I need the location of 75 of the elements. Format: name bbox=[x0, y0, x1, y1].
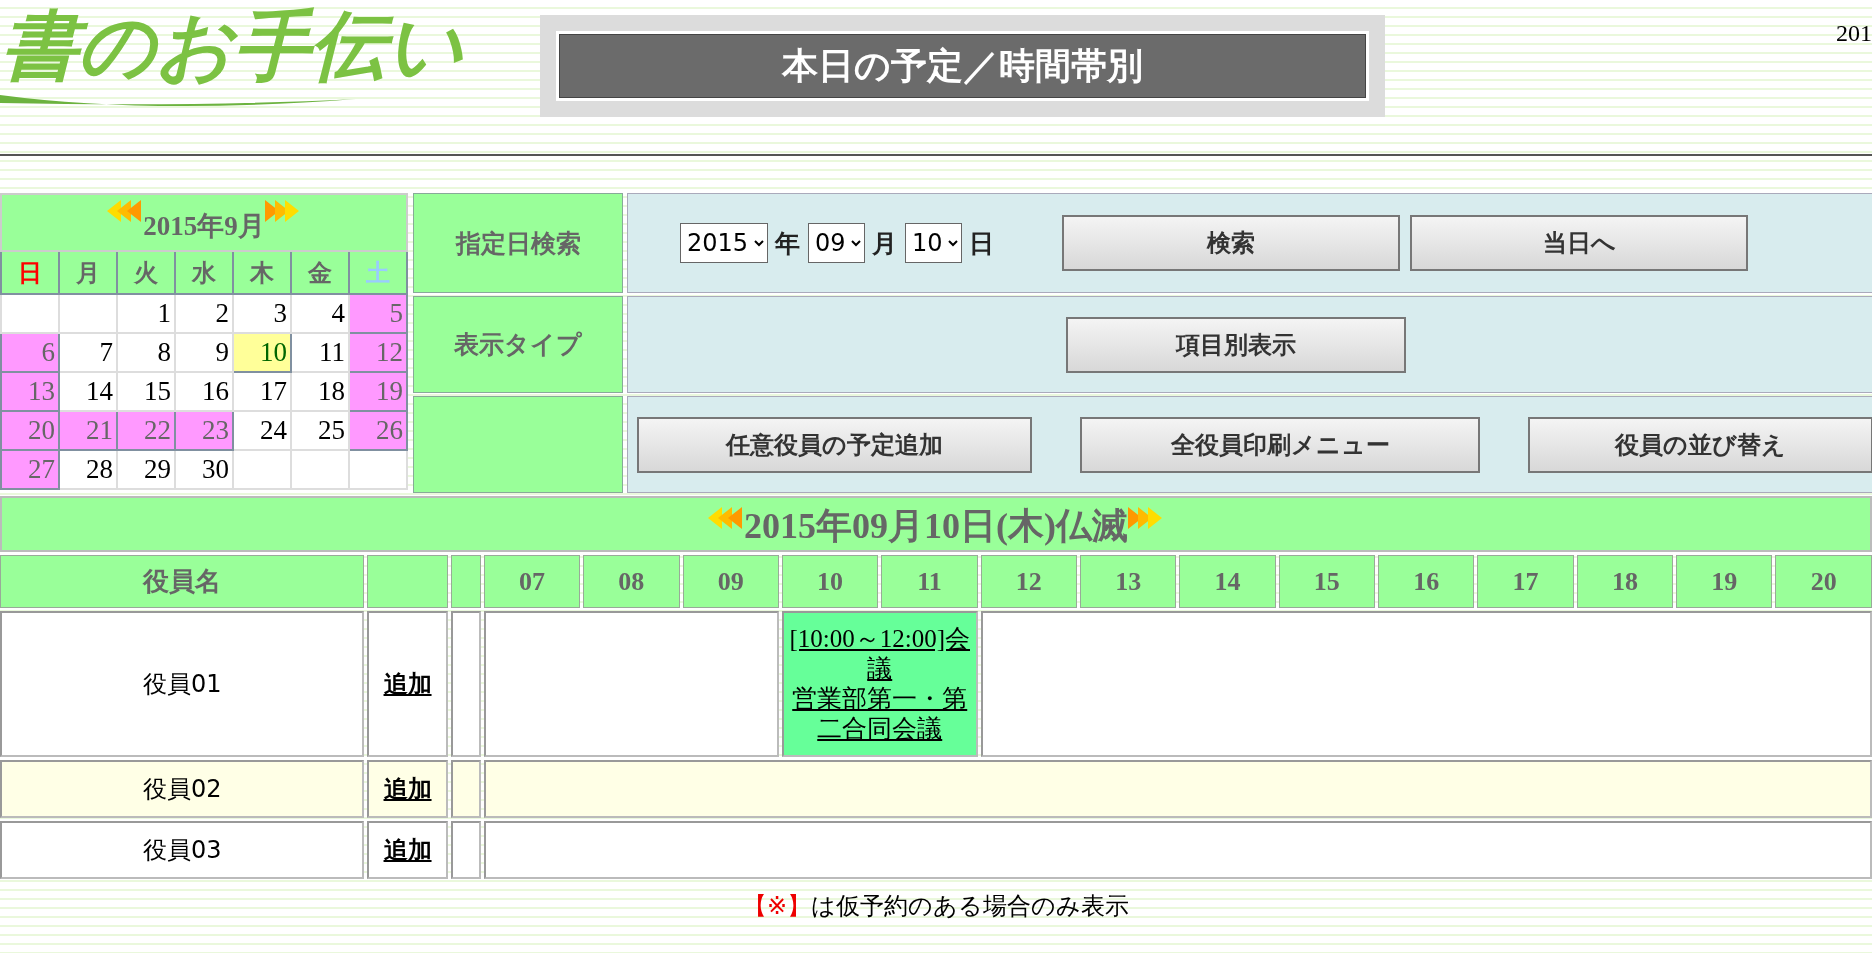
calendar-day[interactable]: 11 bbox=[291, 333, 349, 372]
hour-header: 11 bbox=[881, 555, 978, 608]
calendar-day[interactable]: 16 bbox=[175, 372, 233, 411]
calendar-day[interactable]: 28 bbox=[59, 450, 117, 489]
weekday-header: 木 bbox=[233, 251, 291, 294]
column-header: 役員名 bbox=[0, 555, 365, 608]
calendar-day[interactable]: 1 bbox=[117, 294, 175, 333]
unit-label: 日 bbox=[969, 227, 994, 260]
action-button[interactable]: 当日へ bbox=[1410, 215, 1748, 271]
hour-header: 19 bbox=[1676, 555, 1773, 608]
name-cell: 役員01 bbox=[0, 611, 365, 757]
date-select[interactable]: 09 bbox=[808, 223, 865, 263]
weekday-header: 水 bbox=[175, 251, 233, 294]
action-button[interactable]: 項目別表示 bbox=[1065, 316, 1406, 373]
hour-header: 15 bbox=[1278, 555, 1376, 608]
hour-header: 17 bbox=[1477, 555, 1574, 608]
date-select[interactable]: 10 bbox=[905, 223, 962, 263]
blank-cell bbox=[450, 821, 481, 879]
next-day-icon[interactable] bbox=[1128, 506, 1164, 530]
next-month-icon[interactable] bbox=[264, 199, 301, 223]
calendar-day[interactable]: 2 bbox=[175, 294, 233, 333]
date-select[interactable]: 2015 bbox=[680, 223, 768, 263]
name-cell: 役員03 bbox=[0, 821, 365, 879]
calendar-day[interactable]: 17 bbox=[233, 372, 291, 411]
blank-cell bbox=[450, 760, 481, 818]
action-button[interactable]: 任意役員の予定追加 bbox=[637, 416, 1032, 473]
action-button[interactable]: 検索 bbox=[1062, 215, 1400, 271]
calendar-day[interactable]: 9 bbox=[175, 333, 233, 372]
page-title: 本日の予定／時間帯別 bbox=[559, 34, 1366, 98]
header-cell bbox=[450, 555, 481, 608]
action-button[interactable]: 全役員印刷メニュー bbox=[1080, 416, 1480, 473]
hour-header: 14 bbox=[1179, 555, 1276, 608]
weekday-header: 土 bbox=[349, 251, 407, 294]
hour-header: 12 bbox=[980, 555, 1077, 608]
action-button[interactable]: 役員の並び替え bbox=[1528, 416, 1872, 473]
calendar-day[interactable]: 8 bbox=[117, 333, 175, 372]
hour-header: 18 bbox=[1576, 555, 1674, 608]
unit-label: 月 bbox=[872, 227, 897, 260]
weekday-header: 日 bbox=[1, 251, 59, 294]
calendar-day[interactable]: 7 bbox=[59, 333, 117, 372]
event-link[interactable]: [10:00～12:00]会議 営業部第一・第二合同会議 bbox=[783, 624, 976, 744]
hour-header: 07 bbox=[483, 555, 581, 608]
weekday-header: 月 bbox=[59, 251, 117, 294]
add-link[interactable]: 追加 bbox=[383, 775, 432, 803]
previous-day-icon[interactable] bbox=[708, 506, 744, 530]
hour-header: 13 bbox=[1079, 555, 1177, 608]
unit-label: 年 bbox=[775, 227, 800, 260]
previous-month-icon[interactable] bbox=[107, 199, 144, 223]
hour-header: 10 bbox=[781, 555, 879, 608]
hour-header: 09 bbox=[682, 555, 779, 608]
hour-header: 20 bbox=[1775, 555, 1872, 608]
hour-header: 08 bbox=[583, 555, 680, 608]
calendar-day[interactable]: 25 bbox=[291, 411, 349, 450]
calendar-day[interactable]: 3 bbox=[233, 294, 291, 333]
calendar-day[interactable]: 15 bbox=[117, 372, 175, 411]
name-cell: 役員02 bbox=[0, 760, 365, 818]
note-text: 【※】は仮予約のある場合のみ表示 bbox=[741, 891, 1131, 922]
calendar-day[interactable]: 4 bbox=[291, 294, 349, 333]
calendar-day[interactable]: 30 bbox=[175, 450, 233, 489]
date-title: 2015年09月10日(木)仏滅 bbox=[744, 505, 1128, 548]
calendar-day[interactable]: 10 bbox=[233, 333, 291, 372]
corner-text: 201 bbox=[1835, 20, 1872, 47]
calendar-day[interactable]: 24 bbox=[233, 411, 291, 450]
hour-header: 16 bbox=[1378, 555, 1475, 608]
month-title: 2015年9月 bbox=[143, 210, 265, 243]
row-label: 指定日検索 bbox=[413, 193, 623, 293]
logo: 書のお手伝い bbox=[0, 0, 540, 130]
weekday-header: 金 bbox=[291, 251, 349, 294]
add-link[interactable]: 追加 bbox=[383, 836, 432, 864]
calendar-day[interactable]: 14 bbox=[59, 372, 117, 411]
calendar-day[interactable]: 18 bbox=[291, 372, 349, 411]
row-label: 表示タイプ bbox=[413, 296, 623, 393]
calendar-day[interactable]: 29 bbox=[117, 450, 175, 489]
weekday-header: 火 bbox=[117, 251, 175, 294]
add-link[interactable]: 追加 bbox=[383, 670, 432, 698]
